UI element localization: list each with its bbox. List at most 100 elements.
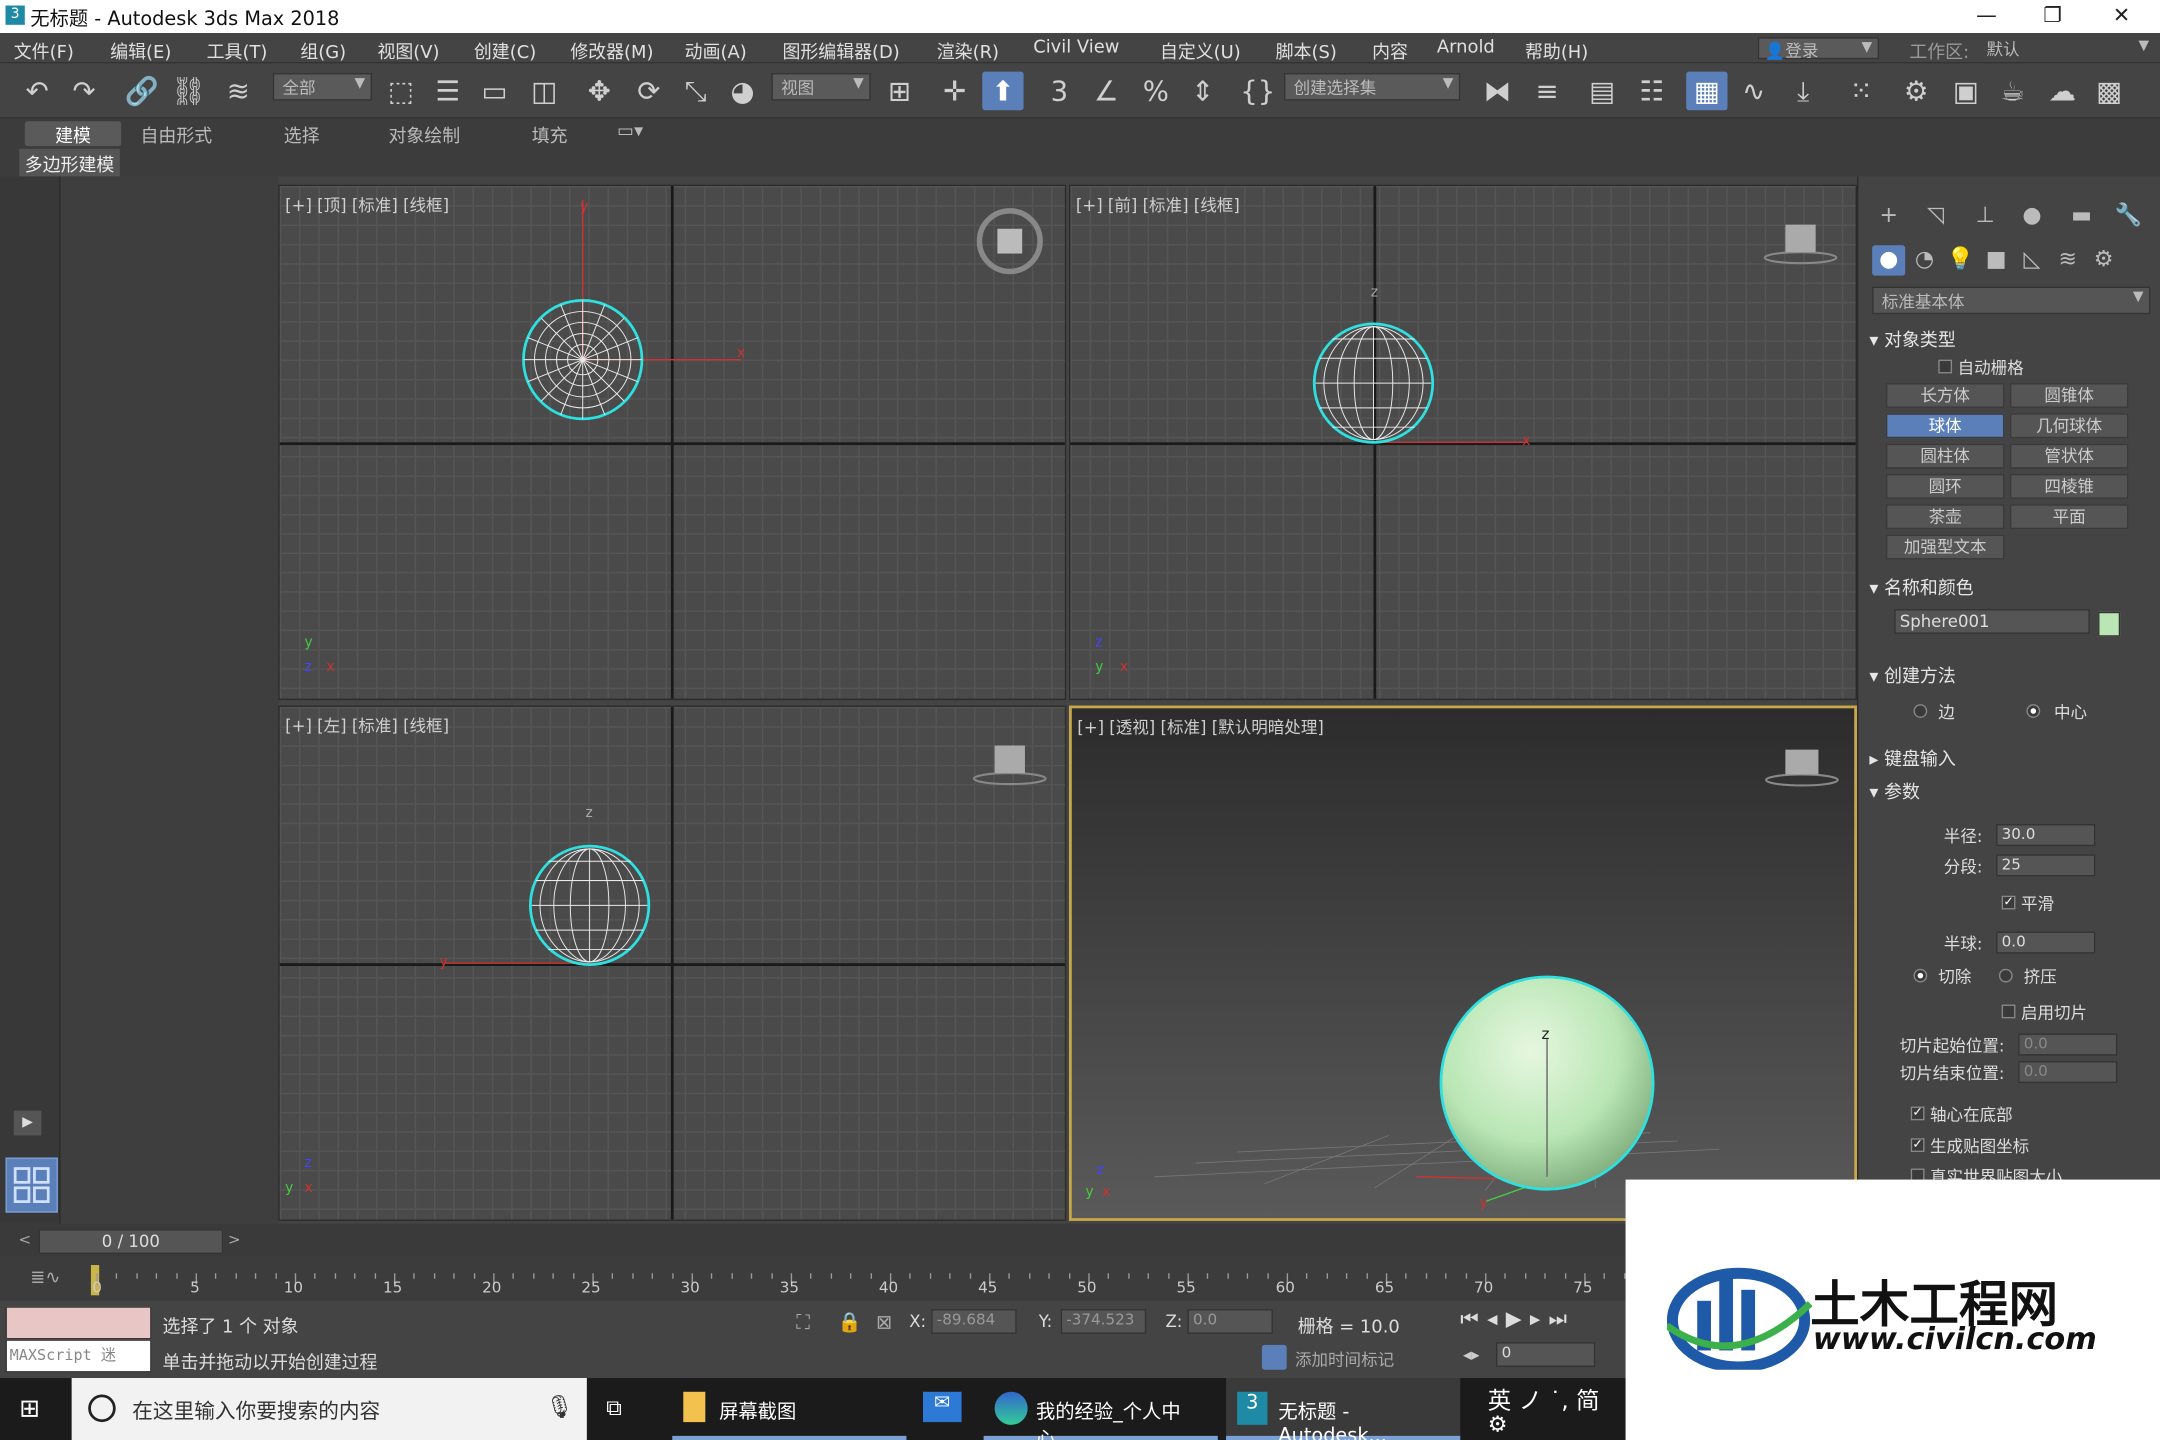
left-sphere-wireframe[interactable]: y z z y x — [280, 707, 1067, 1221]
modify-tab-icon[interactable]: ◹ — [1919, 201, 1952, 231]
snaps-toggle-icon[interactable]: 3 — [1039, 72, 1080, 111]
plane-button[interactable]: 平面 — [2009, 504, 2129, 530]
windows-start-icon[interactable]: ⊞ — [19, 1395, 40, 1424]
box-button[interactable]: 长方体 — [1885, 383, 2005, 408]
select-object-icon[interactable]: ⬚ — [380, 72, 421, 111]
percent-snap-icon[interactable]: % — [1135, 72, 1176, 111]
link-icon[interactable]: 🔗 — [121, 72, 162, 111]
menu-rendering[interactable]: 渲染(R) — [937, 37, 999, 64]
edit-named-selection-icon[interactable]: {} — [1237, 72, 1278, 111]
hierarchy-tab-icon[interactable]: ⊥ — [1969, 201, 2002, 231]
select-manipulate-icon[interactable]: ✛ — [934, 72, 975, 111]
pyramid-button[interactable]: 四棱锥 — [2009, 474, 2129, 499]
cameras-icon[interactable]: ■ — [1980, 245, 2013, 275]
render-cloud-icon[interactable]: ▩ — [2088, 72, 2129, 111]
mail-icon[interactable]: ✉ — [922, 1391, 962, 1423]
window-crossing-icon[interactable]: ◫ — [523, 72, 564, 111]
maxscript-listener[interactable] — [5, 1306, 152, 1340]
y-coord-field[interactable]: -374.523 — [1060, 1309, 1147, 1334]
front-sphere-wireframe[interactable]: x z z y x — [1070, 186, 1857, 700]
top-sphere-wireframe[interactable]: x y y z x — [280, 186, 1067, 700]
center-radio[interactable] — [2026, 704, 2041, 718]
edge-radio[interactable] — [1913, 704, 1928, 718]
menu-views[interactable]: 视图(V) — [377, 37, 439, 64]
tab-object-paint[interactable]: 对象绘制 — [375, 121, 474, 148]
align-icon[interactable]: ≡ — [1526, 72, 1567, 111]
angle-snap-icon[interactable]: ∠ — [1086, 72, 1127, 111]
microphone-icon[interactable]: 🎙 — [546, 1393, 574, 1419]
tab-freeform[interactable]: 自由形式 — [127, 121, 226, 148]
viewport-layout-icon[interactable] — [5, 1157, 58, 1213]
named-selection-dropdown[interactable]: 创建选择集 ▼ — [1283, 73, 1461, 101]
cylinder-button[interactable]: 圆柱体 — [1885, 443, 2005, 469]
taskbar-item-screenshot[interactable]: 屏幕截图 — [672, 1378, 907, 1440]
menu-graph-editors[interactable]: 图形编辑器(D) — [782, 37, 899, 64]
utilities-tab-icon[interactable]: 🔧 — [2112, 201, 2145, 231]
rollout-name-color[interactable]: ▾ 名称和颜色 — [1869, 573, 1973, 600]
polygon-modeling-tab[interactable]: 多边形建模 — [19, 148, 120, 178]
menu-modifiers[interactable]: 修改器(M) — [570, 37, 653, 64]
viewport-left[interactable]: [+] [左] [标准] [线框] y z z y x — [278, 705, 1067, 1221]
maximize-button[interactable]: ❐ — [2025, 3, 2080, 31]
object-color-swatch[interactable] — [2098, 611, 2121, 637]
cone-button[interactable]: 圆锥体 — [2009, 383, 2129, 408]
selection-filter-dropdown[interactable]: 全部 ▼ — [272, 73, 372, 101]
chop-radio[interactable] — [1913, 968, 1928, 983]
smooth-checkbox[interactable]: ✓ — [2001, 895, 2016, 910]
ribbon-options-icon[interactable]: ▭▾ — [603, 121, 656, 146]
teapot-button[interactable]: 茶壶 — [1885, 504, 2005, 530]
select-by-name-icon[interactable]: ☰ — [427, 72, 468, 111]
play-scene-explorer-icon[interactable]: ▶ — [13, 1110, 42, 1136]
render-iterative-icon[interactable]: ☁ — [2042, 72, 2083, 111]
lights-icon[interactable]: 💡 — [1944, 245, 1977, 275]
search-box[interactable]: 在这里输入你要搜索的内容 🎙 — [71, 1378, 587, 1440]
menu-civil-view[interactable]: Civil View — [1033, 37, 1119, 58]
layer-explorer-icon[interactable]: ☷ — [1631, 72, 1672, 111]
taskbar-item-browser[interactable]: 我的经验_个人中心... — [983, 1378, 1218, 1440]
sphere-button[interactable]: 球体 — [1885, 413, 2005, 439]
menu-help[interactable]: 帮助(H) — [1525, 37, 1588, 64]
isolate-selection-icon[interactable]: ⛶ — [796, 1312, 810, 1334]
viewport-perspective[interactable]: [+] [透视] [标准] [默认明暗处理] y z z y x — [1069, 705, 1858, 1221]
keyboard-shortcut-override-icon[interactable]: ⬆ — [982, 71, 1024, 111]
render-setup-icon[interactable]: ⚙ — [1896, 72, 1937, 111]
menu-content[interactable]: 内容 — [1372, 37, 1408, 64]
add-time-tag[interactable]: 添加时间标记 — [1295, 1348, 1394, 1371]
geometry-icon[interactable]: ● — [1872, 245, 1906, 276]
scene-explorer-icon[interactable]: ▤ — [1581, 72, 1622, 111]
tab-populate[interactable]: 填充 — [518, 121, 581, 148]
track-bar[interactable]: ≣∿ 0 5 10 15 20 25 30 35 40 45 50 55 60 … — [0, 1256, 1646, 1301]
tab-selection[interactable]: 选择 — [270, 121, 333, 148]
tube-button[interactable]: 管状体 — [2009, 443, 2129, 469]
redo-icon[interactable]: ↷ — [63, 72, 104, 111]
systems-icon[interactable]: ⚙ — [2087, 245, 2120, 275]
base-to-pivot-checkbox[interactable]: ✓ — [1910, 1106, 1925, 1121]
time-slider-thumb[interactable]: 0 / 100 — [38, 1229, 224, 1254]
segments-spinner[interactable]: 25 — [1996, 854, 2096, 877]
viewport-front[interactable]: [+] [前] [标准] [线框] x z z y x — [1069, 184, 1858, 701]
time-tag-icon[interactable] — [1261, 1344, 1287, 1370]
mirror-icon[interactable]: ⧓ — [1477, 72, 1518, 111]
slice-to-spinner[interactable]: 0.0 — [2018, 1061, 2118, 1084]
create-tab-icon[interactable]: + — [1872, 201, 1905, 231]
menu-customize[interactable]: 自定义(U) — [1160, 37, 1241, 64]
absolute-mode-icon[interactable]: ⊠ — [876, 1312, 892, 1334]
tab-modeling[interactable]: 建模 — [24, 121, 122, 147]
rendered-frame-icon[interactable]: ▣ — [1945, 72, 1986, 111]
helpers-icon[interactable]: ◺ — [2015, 245, 2048, 275]
menu-animation[interactable]: 动画(A) — [685, 37, 747, 64]
rect-selection-icon[interactable]: ▭ — [474, 72, 515, 111]
selection-lock-icon[interactable]: 🔒 — [838, 1312, 862, 1334]
curve-editor-icon[interactable]: ∿ — [1733, 72, 1774, 111]
shapes-icon[interactable]: ◔ — [1908, 245, 1941, 275]
z-coord-field[interactable]: 0.0 — [1187, 1309, 1273, 1334]
taskbar-item-3dsmax[interactable]: 3 无标题 - Autodesk... — [1226, 1378, 1461, 1440]
bind-spacewarp-icon[interactable]: ≋ — [218, 72, 259, 111]
motion-tab-icon[interactable]: ● — [2015, 201, 2048, 231]
curve-editor-mini-icon[interactable]: ≣∿ — [30, 1268, 60, 1289]
radius-spinner[interactable]: 30.0 — [1996, 824, 2096, 847]
login-dropdown[interactable]: 👤登录 ▼ — [1757, 37, 1880, 61]
rollout-parameters[interactable]: ▾ 参数 — [1869, 777, 1920, 804]
slice-on-checkbox[interactable] — [2001, 1004, 2016, 1019]
hemisphere-spinner[interactable]: 0.0 — [1996, 931, 2096, 954]
